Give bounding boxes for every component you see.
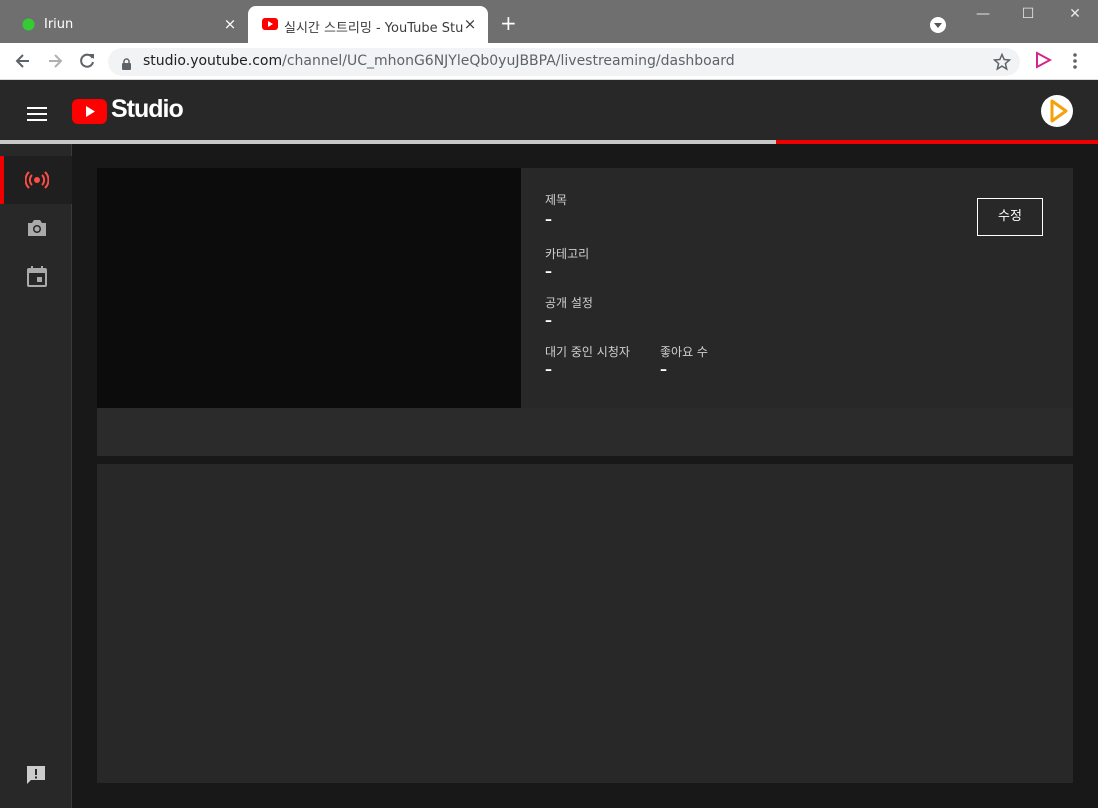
sidebar-item-webcam[interactable]	[0, 204, 72, 252]
sidebar	[0, 144, 72, 808]
forward-arrow-icon[interactable]	[45, 51, 65, 71]
visibility-label: 공개 설정	[545, 296, 593, 310]
url-host: studio.youtube.com	[143, 53, 283, 69]
title-value: –	[545, 212, 552, 228]
tab-close-icon[interactable]: ×	[462, 15, 478, 33]
tab-iriun[interactable]: Iriun ×	[8, 6, 248, 43]
reload-icon[interactable]	[77, 51, 97, 71]
hamburger-menu-icon[interactable]	[27, 106, 47, 125]
camera-icon	[28, 220, 46, 236]
category-value: –	[545, 264, 552, 280]
lock-icon	[121, 56, 132, 75]
live-broadcast-icon	[25, 171, 49, 189]
browser-tab-strip: Iriun × 실시간 스트리밍 - YouTube Studio × + — …	[0, 0, 1098, 43]
url-text[interactable]: studio.youtube.com/channel/UC_mhonG6NJYl…	[143, 53, 735, 69]
sidebar-item-manage[interactable]	[0, 252, 72, 300]
tab-title: Iriun	[44, 17, 74, 32]
studio-header: Studio	[0, 80, 1098, 140]
account-avatar[interactable]	[1041, 95, 1073, 127]
visibility-value: –	[545, 313, 552, 329]
stream-status-bar	[97, 408, 1073, 456]
likes-label: 좋아요 수	[660, 345, 708, 359]
new-tab-button[interactable]: +	[500, 13, 517, 33]
waiting-viewers-label: 대기 중인 시청자	[545, 345, 630, 359]
window-close-button[interactable]: ✕	[1060, 6, 1090, 22]
youtube-favicon-icon	[262, 18, 278, 34]
tab-close-icon[interactable]: ×	[222, 15, 238, 33]
stream-info-card: 제목 – 카테고리 – 공개 설정 – 대기 중인 시청자 – 좋아요 수 – …	[97, 168, 1073, 408]
extension-play-icon[interactable]	[1034, 51, 1053, 73]
address-bar[interactable]: studio.youtube.com/channel/UC_mhonG6NJYl…	[108, 48, 1020, 76]
category-label: 카테고리	[545, 247, 590, 261]
bookmark-star-icon[interactable]	[992, 52, 1012, 75]
waiting-viewers-value: –	[545, 362, 552, 378]
maximize-button[interactable]: ☐	[1013, 6, 1043, 22]
youtube-logo-icon[interactable]	[72, 99, 108, 128]
url-path: /channel/UC_mhonG6NJYleQb0yuJBBPA/livest…	[282, 53, 735, 69]
tab-search-dropdown-icon[interactable]	[930, 17, 946, 33]
stream-analytics-panel	[97, 464, 1073, 783]
studio-logo-text: Studio	[111, 95, 184, 123]
sidebar-item-stream[interactable]	[0, 156, 72, 204]
browser-menu-icon[interactable]	[1070, 52, 1080, 74]
feedback-icon[interactable]	[25, 764, 47, 790]
stream-preview	[97, 168, 521, 408]
tab-title: 실시간 스트리밍 - YouTube Studio	[284, 21, 464, 36]
browser-toolbar: studio.youtube.com/channel/UC_mhonG6NJYl…	[0, 43, 1098, 80]
minimize-button[interactable]: —	[968, 6, 998, 22]
back-arrow-icon[interactable]	[13, 51, 33, 71]
edit-button[interactable]: 수정	[977, 198, 1043, 236]
likes-value: –	[660, 362, 667, 378]
tab-youtube-studio[interactable]: 실시간 스트리밍 - YouTube Studio ×	[248, 6, 488, 43]
loading-progress-fill	[776, 140, 1098, 144]
calendar-icon	[27, 266, 47, 287]
iriun-favicon-icon	[22, 18, 35, 35]
title-label: 제목	[545, 193, 568, 207]
loading-progress-bar	[0, 140, 1098, 144]
